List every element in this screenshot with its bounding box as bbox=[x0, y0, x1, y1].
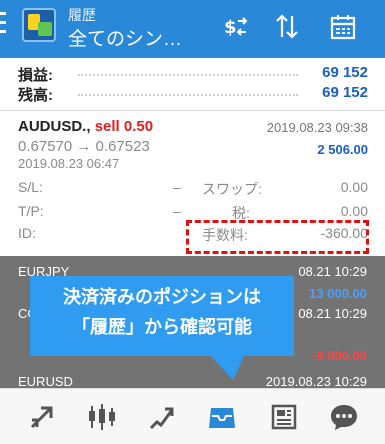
sort-icon[interactable] bbox=[270, 10, 304, 44]
swap-value: 0.00 bbox=[340, 179, 368, 195]
balance-value: 69 152 bbox=[322, 84, 368, 101]
symbol-selector[interactable]: 全てのシン… bbox=[68, 24, 182, 51]
trade-side: sell 0.50 bbox=[94, 118, 154, 135]
profit-row: 損益: 69 152 bbox=[18, 64, 368, 86]
history-icon[interactable] bbox=[204, 399, 240, 435]
id-label: ID: bbox=[18, 225, 36, 241]
news-icon[interactable] bbox=[266, 399, 302, 435]
screen-subtitle: 履歴 bbox=[68, 7, 96, 23]
tp-label: T/P: bbox=[18, 203, 44, 219]
list-item-profit: -9 000.00 bbox=[312, 348, 367, 363]
trade-open-time: 2019.08.23 06:47 bbox=[18, 156, 120, 171]
list-item-date: 08.21 10:29 bbox=[298, 264, 367, 279]
svg-text:$: $ bbox=[224, 17, 237, 38]
list-item-symbol: EURUSD bbox=[18, 374, 73, 389]
sl-value: – bbox=[173, 179, 181, 195]
fee-highlight-box bbox=[186, 220, 369, 254]
profit-value: 69 152 bbox=[322, 64, 368, 81]
list-item-date: 08.21 10:29 bbox=[298, 306, 367, 321]
currency-filter-icon[interactable]: $ bbox=[218, 10, 252, 44]
divider bbox=[0, 110, 385, 111]
dotted-leader bbox=[78, 74, 298, 76]
balance-row: 残高: 69 152 bbox=[18, 84, 368, 106]
callout-line2: 「履歴」から確認可能 bbox=[72, 317, 252, 337]
chat-icon[interactable] bbox=[326, 399, 362, 435]
calendar-icon[interactable] bbox=[326, 10, 360, 44]
balance-label: 残高: bbox=[18, 87, 53, 104]
app-bar: 履歴 全てのシン… $ bbox=[0, 0, 385, 58]
tp-value: – bbox=[173, 203, 181, 219]
bottom-navigation bbox=[0, 388, 385, 444]
trade-price: 0.67570 → 0.67523 bbox=[18, 138, 150, 155]
swap-label: スワップ: bbox=[202, 181, 262, 197]
callout-line1: 決済済みのポジションは bbox=[63, 287, 261, 307]
profit-label: 損益: bbox=[18, 67, 53, 84]
trade-icon[interactable] bbox=[24, 399, 60, 435]
list-item-date: 2019.08.23 10:29 bbox=[265, 374, 367, 389]
app-logo-icon bbox=[22, 8, 56, 42]
sl-label: S/L: bbox=[18, 179, 43, 195]
tax-value: 0.00 bbox=[340, 203, 368, 219]
chart-icon[interactable] bbox=[84, 399, 120, 435]
quotes-icon[interactable] bbox=[144, 399, 180, 435]
trade-profit: 2 506.00 bbox=[317, 142, 368, 157]
trade-close-time: 2019.08.23 09:38 bbox=[266, 120, 368, 135]
dotted-leader bbox=[78, 94, 298, 96]
list-item-profit: 13 000.00 bbox=[309, 286, 367, 301]
callout-annotation: 決済済みのポジションは 「履歴」から確認可能 bbox=[30, 276, 294, 380]
trade-symbol: AUDUSD., bbox=[18, 118, 91, 135]
menu-icon[interactable] bbox=[0, 12, 8, 46]
callout-arrow bbox=[208, 354, 252, 380]
